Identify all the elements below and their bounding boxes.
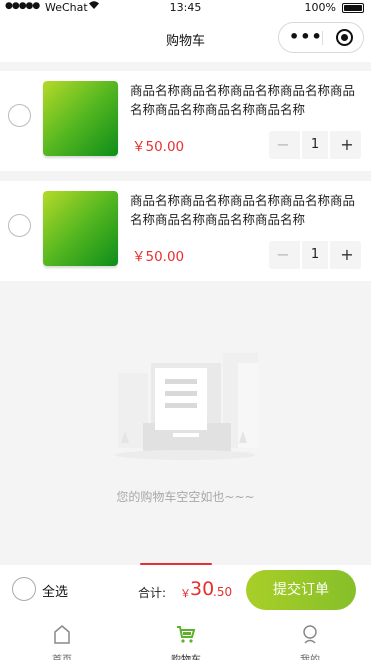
tab-label: 首页 xyxy=(0,651,124,660)
submit-order-button[interactable]: 提交订单 xyxy=(246,570,356,610)
empty-cart-message: 您的购物车空空如也~~~ xyxy=(116,490,255,504)
battery-icon xyxy=(342,3,364,13)
increase-button[interactable]: + xyxy=(333,131,361,159)
tab-cart[interactable]: 购物车 xyxy=(124,615,248,660)
total-label: 合计: xyxy=(138,586,167,600)
cart-item: 商品名称商品名称商品名称商品名称商品名称商品名称商品名称商品名称 ￥50.00 … xyxy=(0,181,371,281)
quantity-value[interactable]: 1 xyxy=(300,131,330,159)
tab-label: 购物车 xyxy=(124,651,248,660)
decrease-button[interactable]: − xyxy=(269,131,297,159)
decrease-button[interactable]: − xyxy=(269,241,297,269)
cart-icon xyxy=(176,624,196,644)
item-checkbox[interactable] xyxy=(8,104,31,127)
product-name[interactable]: 商品名称商品名称商品名称商品名称商品名称商品名称商品名称商品名称 xyxy=(130,81,355,119)
home-icon xyxy=(52,624,72,644)
product-price: ￥50.00 xyxy=(132,139,185,155)
item-checkbox[interactable] xyxy=(8,214,31,237)
product-price: ￥50.00 xyxy=(132,249,185,265)
tab-label: 我的 xyxy=(248,651,371,660)
checkout-bar: 全选 合计: ￥ 30 .50 提交订单 xyxy=(0,565,371,615)
product-name[interactable]: 商品名称商品名称商品名称商品名称商品名称商品名称商品名称商品名称 xyxy=(130,191,355,229)
status-bar: ●●●●● WeChat 13:45 100% xyxy=(0,0,371,16)
empty-cart-illustration xyxy=(103,343,268,463)
product-thumbnail[interactable] xyxy=(43,191,118,266)
quantity-stepper: − 1 + xyxy=(269,131,361,159)
battery-percent: 100% xyxy=(304,1,336,14)
select-all-label[interactable]: 全选 xyxy=(42,581,68,600)
select-all-checkbox[interactable] xyxy=(12,577,36,601)
increase-button[interactable]: + xyxy=(333,241,361,269)
user-icon xyxy=(300,624,320,644)
tab-bar: 首页 购物车 我的 xyxy=(0,615,371,660)
target-icon[interactable] xyxy=(336,29,353,46)
quantity-value[interactable]: 1 xyxy=(300,241,330,269)
quantity-stepper: − 1 + xyxy=(269,241,361,269)
more-dots-icon[interactable]: ••• xyxy=(289,29,323,45)
total-amount-integer: 30 xyxy=(190,578,215,600)
tab-home[interactable]: 首页 xyxy=(0,615,124,660)
cart-item: 商品名称商品名称商品名称商品名称商品名称商品名称商品名称商品名称 ￥50.00 … xyxy=(0,71,371,171)
nav-bar: 购物车 ••• xyxy=(0,16,371,62)
product-thumbnail[interactable] xyxy=(43,81,118,156)
capsule-divider xyxy=(322,31,323,45)
total-amount-decimal: .50 xyxy=(213,585,233,599)
mini-program-capsule: ••• xyxy=(278,22,364,53)
tab-profile[interactable]: 我的 xyxy=(248,615,371,660)
